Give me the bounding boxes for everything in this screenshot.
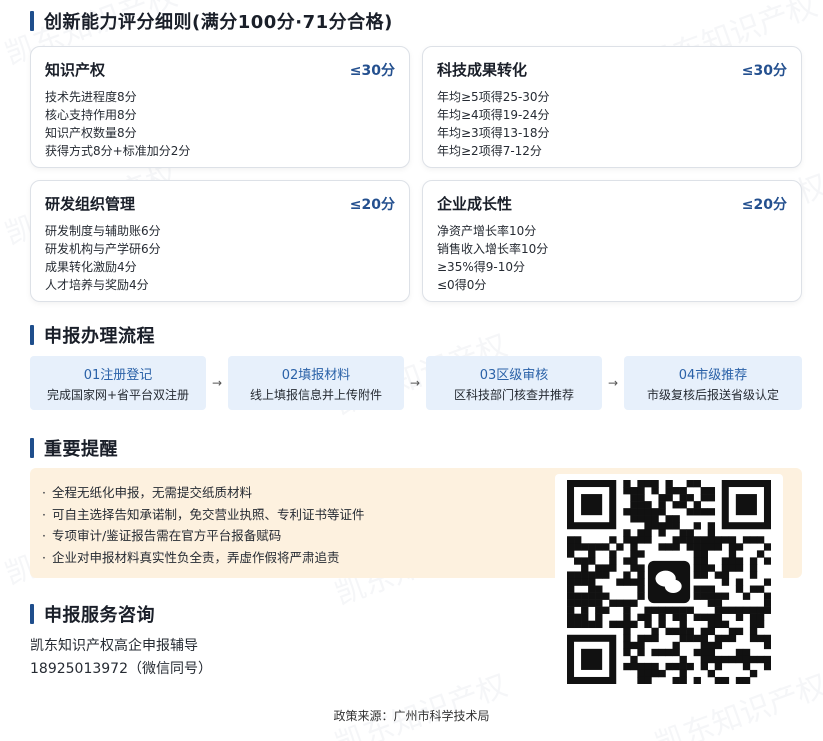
process-title: 申报办理流程	[44, 326, 155, 347]
card-limit: ≤20分	[349, 196, 395, 213]
step-desc: 线上填报信息并上传附件	[249, 387, 382, 402]
step-desc: 完成国家网+省平台双注册	[46, 387, 190, 402]
reminder-header: 重要提醒	[30, 435, 118, 461]
card-item: 技术先进程度8分	[45, 90, 137, 104]
card-item: 净资产增长率10分	[437, 224, 537, 238]
card-item: 研发机构与产学研6分	[45, 242, 161, 256]
card-limit: ≤30分	[349, 62, 395, 79]
card-item: 成果转化激励4分	[45, 260, 137, 274]
policy-source: 政策来源：广州市科学技术局	[333, 709, 490, 723]
bullet-icon: ·	[42, 485, 46, 500]
contact-name: 凯东知识产权高企申报辅导	[30, 638, 198, 654]
section-accent-bar	[30, 438, 34, 458]
qr-finder-pattern	[567, 634, 617, 684]
reminder-text: 企业对申报材料真实性负全责，弄虚作假将严肃追责	[52, 549, 340, 565]
card-item: 研发制度与辅助账6分	[45, 224, 161, 238]
card-item: ≥35%得9-10分	[437, 260, 525, 274]
process-step: 01注册登记 完成国家网+省平台双注册	[30, 356, 206, 410]
process-flow: 01注册登记 完成国家网+省平台双注册 → 02填报材料 线上填报信息并上传附件…	[30, 356, 802, 410]
reminder-text: 可自主选择告知承诺制，免交营业执照、专利证书等证件	[52, 506, 365, 522]
card-item: 知识产权数量8分	[45, 126, 137, 140]
card-item: 销售收入增长率10分	[437, 242, 549, 256]
arrow-right-icon: →	[409, 376, 421, 390]
reminder-text: 全程无纸化申报，无需提交纸质材料	[52, 485, 253, 500]
watermark: 凯东知识产权	[330, 668, 512, 741]
qr-finder-pattern	[567, 480, 617, 530]
score-card-rd: 研发组织管理 ≤20分 研发制度与辅助账6分 研发机构与产学研6分 成果转化激励…	[30, 180, 410, 302]
card-limit: ≤20分	[741, 196, 787, 213]
scoring-title: 创新能力评分细则(满分100分·71分合格)	[44, 12, 393, 33]
card-title: 知识产权	[45, 61, 106, 79]
bullet-icon: ·	[42, 528, 46, 543]
card-item: 人才培养与奖励4分	[45, 278, 149, 292]
consult-header: 申报服务咨询	[30, 601, 155, 627]
card-title: 研发组织管理	[45, 195, 136, 213]
qr-code-icon	[567, 480, 771, 684]
reminder-title: 重要提醒	[44, 439, 118, 460]
scoring-header: 创新能力评分细则(满分100分·71分合格)	[30, 8, 393, 34]
wechat-qr-code[interactable]	[555, 474, 783, 688]
card-title: 科技成果转化	[437, 61, 528, 79]
card-item: 年均≥4项得19-24分	[437, 108, 550, 122]
card-limit: ≤30分	[741, 62, 787, 79]
contact-phone[interactable]: 18925013972（微信同号）	[30, 658, 212, 678]
process-header: 申报办理流程	[30, 322, 155, 348]
reminder-text: 专项审计/鉴证报告需在官方平台报备赋码	[52, 528, 282, 543]
section-accent-bar	[30, 11, 34, 31]
card-item: 年均≥5项得25-30分	[437, 90, 550, 104]
consult-title: 申报服务咨询	[44, 605, 155, 626]
score-card-transfer: 科技成果转化 ≤30分 年均≥5项得25-30分 年均≥4项得19-24分 年均…	[422, 46, 802, 168]
card-item: ≤0得0分	[437, 278, 487, 292]
card-item: 核心支持作用8分	[45, 108, 137, 122]
step-desc: 市级复核后报送省级认定	[646, 387, 779, 402]
step-title: 03区级审核	[479, 367, 549, 383]
section-accent-bar	[30, 604, 34, 624]
bullet-icon: ·	[42, 549, 46, 565]
process-step: 03区级审核 区科技部门核查并推荐	[426, 356, 602, 410]
step-desc: 区科技部门核查并推荐	[453, 387, 574, 402]
card-item: 年均≥2项得7-12分	[437, 144, 542, 158]
step-title: 04市级推荐	[678, 367, 748, 383]
card-title: 企业成长性	[437, 195, 513, 213]
step-title: 01注册登记	[83, 367, 153, 383]
card-item: 年均≥3项得13-18分	[437, 126, 550, 140]
arrow-right-icon: →	[211, 376, 223, 390]
score-card-growth: 企业成长性 ≤20分 净资产增长率10分 销售收入增长率10分 ≥35%得9-1…	[422, 180, 802, 302]
section-accent-bar	[30, 325, 34, 345]
process-step: 04市级推荐 市级复核后报送省级认定	[624, 356, 802, 410]
score-card-ip: 知识产权 ≤30分 技术先进程度8分 核心支持作用8分 知识产权数量8分 获得方…	[30, 46, 410, 168]
step-title: 02填报材料	[281, 367, 351, 383]
card-item: 获得方式8分+标准加分2分	[45, 144, 191, 158]
qr-finder-pattern	[721, 480, 771, 530]
process-step: 02填报材料 线上填报信息并上传附件	[228, 356, 404, 410]
arrow-right-icon: →	[607, 376, 619, 390]
bullet-icon: ·	[42, 506, 46, 522]
